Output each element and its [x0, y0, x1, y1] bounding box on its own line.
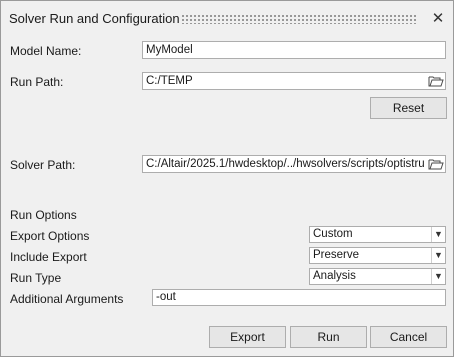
run-path-value: C:/TEMP	[146, 75, 193, 87]
run-type-label: Run Type	[10, 271, 62, 285]
chevron-down-icon[interactable]: ▼	[431, 269, 445, 284]
export-options-label: Export Options	[10, 229, 90, 243]
include-export-select[interactable]: Preserve ▼	[309, 247, 446, 264]
model-name-input[interactable]: MyModel	[142, 41, 446, 59]
solver-run-dialog: Solver Run and Configuration ✕ Model Nam…	[0, 0, 454, 357]
chevron-down-icon[interactable]: ▼	[431, 248, 445, 263]
solver-path-label: Solver Path:	[10, 158, 76, 172]
reset-button[interactable]: Reset	[370, 97, 447, 119]
run-type-select[interactable]: Analysis ▼	[309, 268, 446, 285]
drag-grip-icon[interactable]	[181, 14, 417, 24]
include-export-label: Include Export	[10, 250, 87, 264]
additional-arguments-value: -out	[156, 291, 176, 303]
run-path-label: Run Path:	[10, 75, 64, 89]
run-options-header: Run Options	[10, 208, 77, 222]
export-options-select[interactable]: Custom ▼	[309, 226, 446, 243]
run-button[interactable]: Run	[290, 326, 367, 348]
dialog-title: Solver Run and Configuration	[9, 11, 180, 26]
title-bar[interactable]: Solver Run and Configuration ✕	[1, 1, 453, 37]
solver-path-input[interactable]: C:/Altair/2025.1/hwdesktop/../hwsolvers/…	[142, 155, 446, 173]
folder-open-icon[interactable]	[428, 157, 444, 171]
additional-arguments-label: Additional Arguments	[10, 292, 124, 306]
folder-open-icon[interactable]	[428, 74, 444, 88]
close-icon[interactable]: ✕	[429, 10, 447, 28]
export-button[interactable]: Export	[209, 326, 286, 348]
additional-arguments-input[interactable]: -out	[152, 289, 446, 306]
model-name-value: MyModel	[146, 44, 193, 56]
model-name-label: Model Name:	[10, 44, 82, 58]
include-export-value: Preserve	[313, 249, 360, 261]
export-options-value: Custom	[313, 228, 353, 240]
chevron-down-icon[interactable]: ▼	[431, 227, 445, 242]
run-type-value: Analysis	[313, 270, 356, 282]
run-path-input[interactable]: C:/TEMP	[142, 72, 446, 90]
solver-path-value: C:/Altair/2025.1/hwdesktop/../hwsolvers/…	[146, 158, 424, 170]
cancel-button[interactable]: Cancel	[370, 326, 447, 348]
